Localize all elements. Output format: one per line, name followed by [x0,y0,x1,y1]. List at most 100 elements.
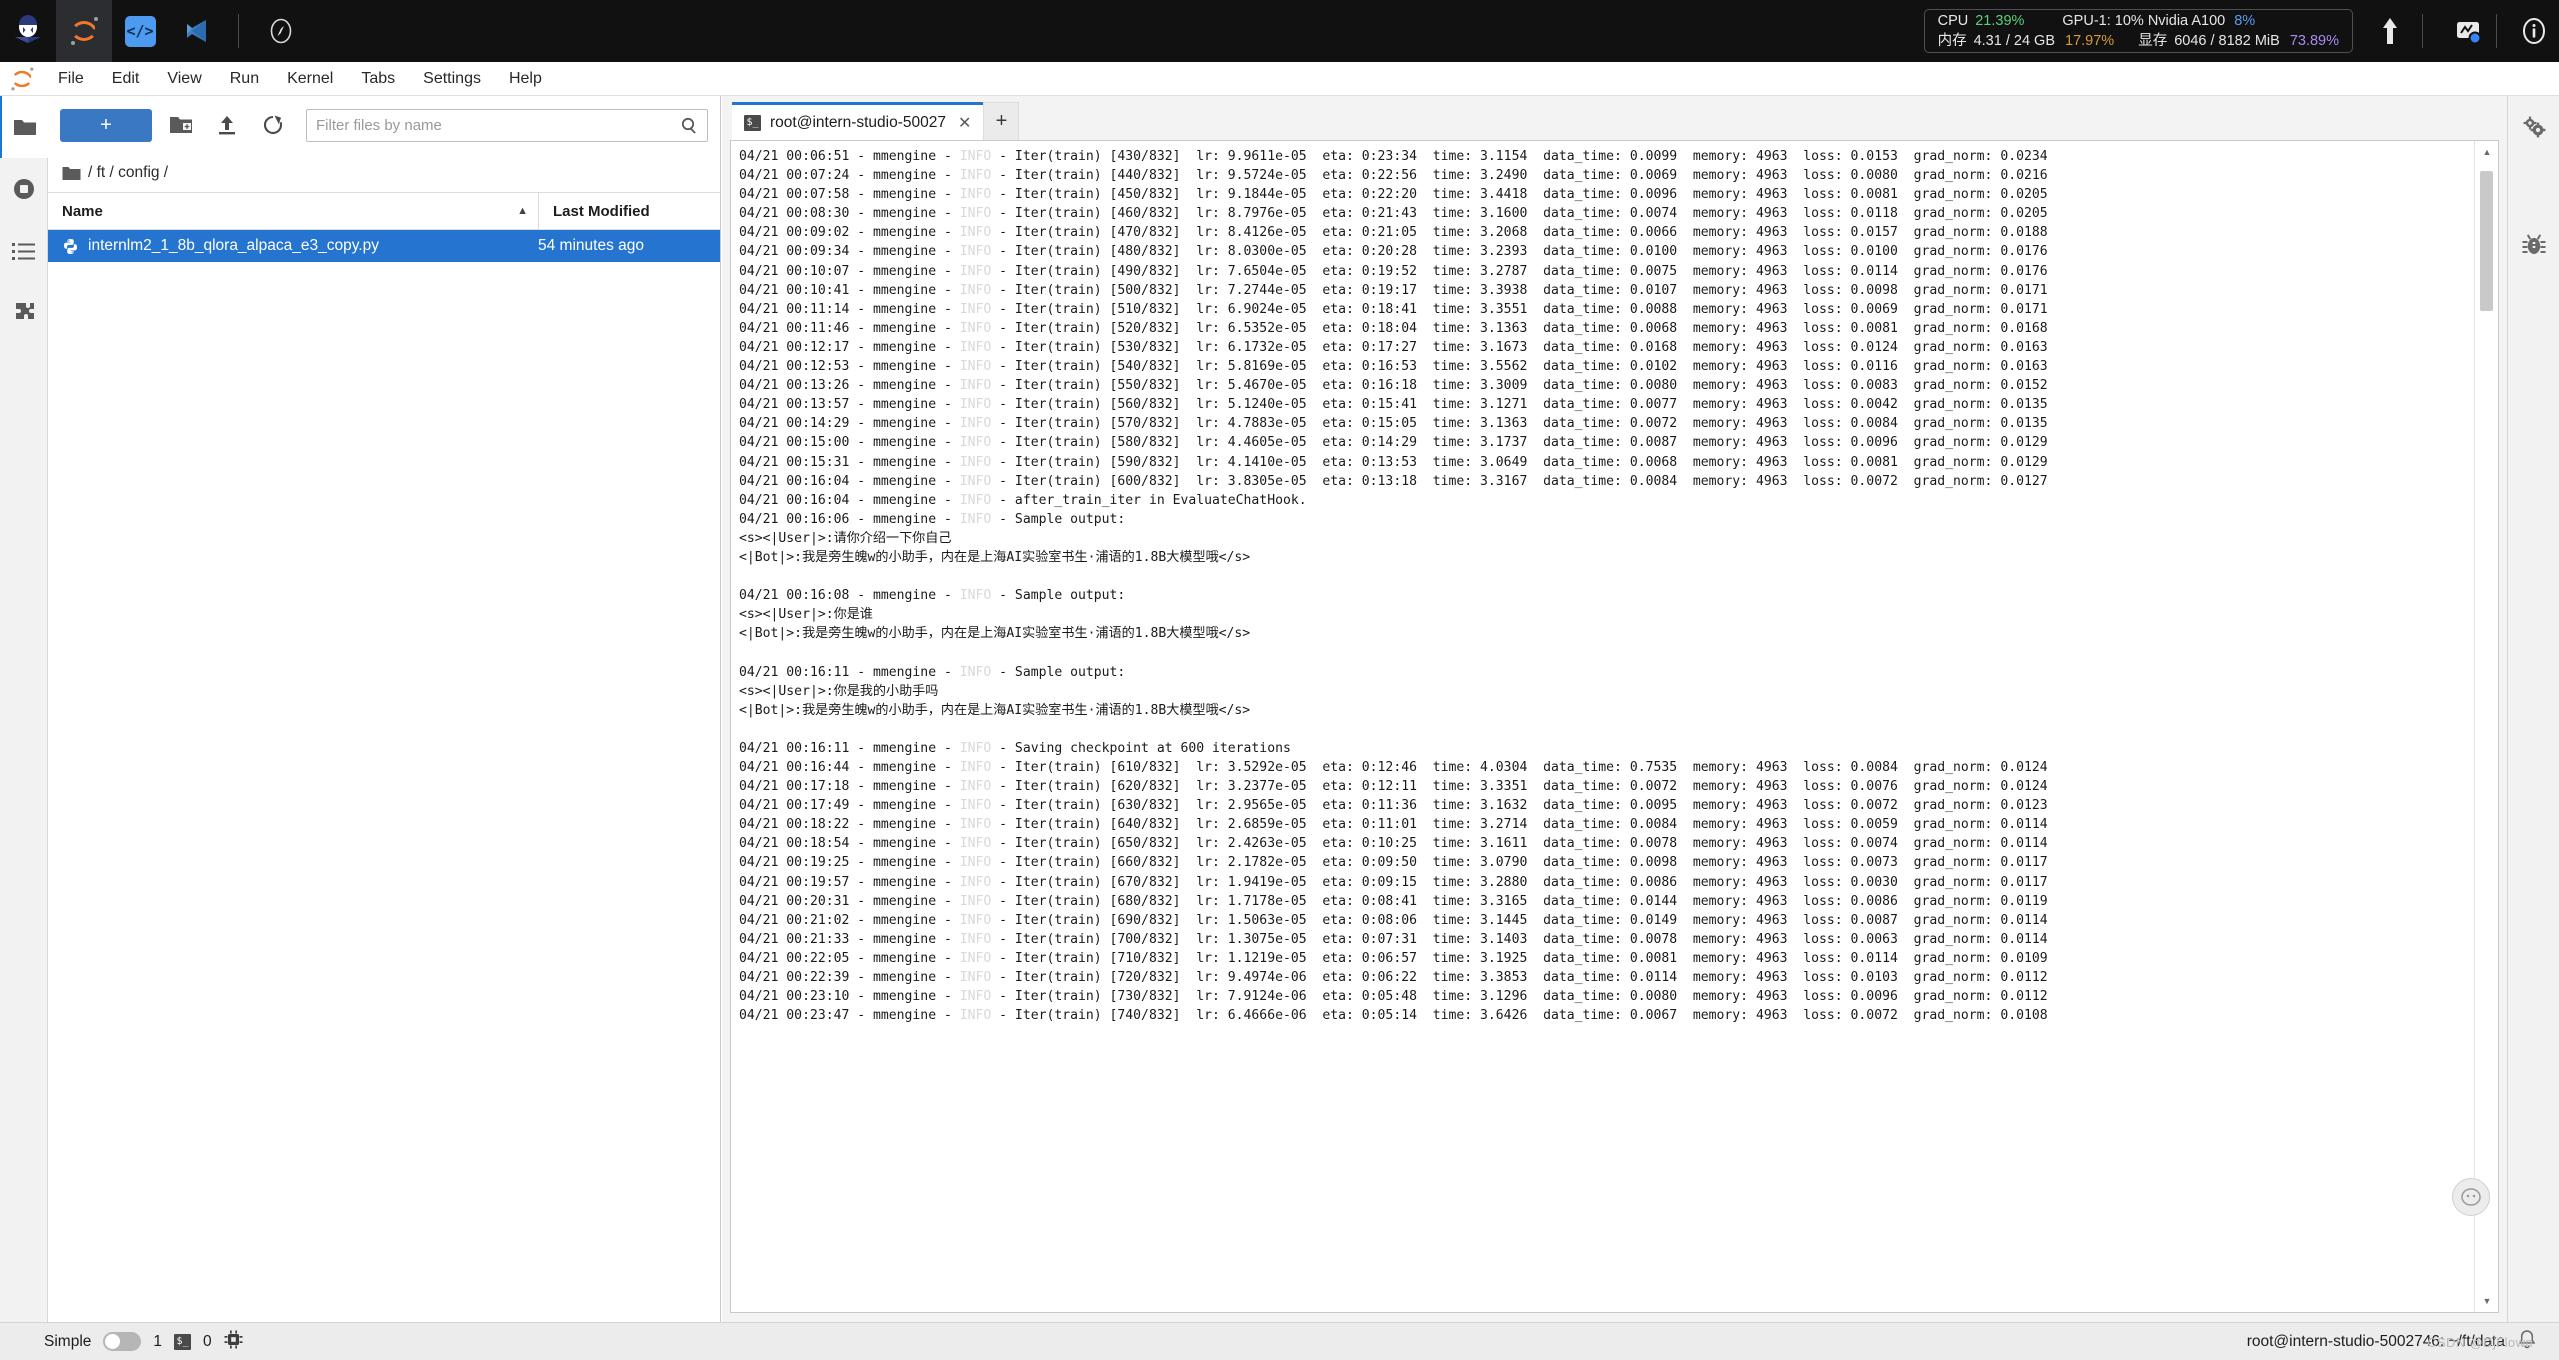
menu-file[interactable]: File [44,66,98,92]
sidebar-table-of-contents-icon[interactable] [0,220,48,282]
column-header-name[interactable]: Name ▲ [48,203,538,220]
left-sidebar-rail [0,96,48,1322]
jupyter-logo-icon[interactable] [56,0,112,62]
new-tab-button[interactable]: + [983,102,1020,140]
log-info-token: INFO [959,817,992,833]
simple-mode-toggle[interactable] [103,1332,142,1351]
log-info-token: INFO [959,301,992,317]
sidebar-file-browser-icon[interactable] [0,96,48,158]
new-folder-icon[interactable] [164,109,198,142]
menu-edit[interactable]: Edit [98,66,154,92]
log-info-token: INFO [959,511,992,527]
log-info-token: INFO [959,1008,992,1024]
terminal-scroll-area[interactable]: 04/21 00:06:51 - mmengine - INFO - Iter(… [731,141,2474,1312]
kernel-count: 1 [153,1332,163,1350]
log-info-token: INFO [959,416,992,432]
log-info-token: INFO [959,588,992,604]
main-dock-area: $_ root@intern-studio-50027 ✕ + 04/21 00… [722,96,2507,1322]
menu-tabs[interactable]: Tabs [347,66,409,92]
log-info-token: INFO [959,282,992,298]
gpu-label: GPU-1: 10% Nvidia A100 [2062,13,2226,29]
simple-mode-label: Simple [44,1332,92,1350]
assistant-fab-icon[interactable] [2452,1178,2490,1216]
log-info-token: INFO [959,492,992,508]
menu-bar: File Edit View Run Kernel Tabs Settings … [0,62,2559,96]
status-bar-right: root@intern-studio-5002746: ~/ft/data CS… [2247,1329,2559,1355]
status-bar-left: Simple 1 $_ 0 [0,1330,243,1354]
jupyter-mark [69,16,99,46]
code-server-icon[interactable]: </> [112,0,168,62]
menu-kernel[interactable]: Kernel [273,66,347,92]
mem-percent: 17.97% [2065,33,2115,49]
log-info-token: INFO [959,149,992,164]
resource-row-mem-vram: 内存 4.31 / 24 GB 17.97% 显存 6046 / 8182 Mi… [1938,29,2339,49]
file-browser-panel: + Filter files by name / ft / config / N… [48,96,721,1322]
tab-terminal[interactable]: $_ root@intern-studio-50027 ✕ [732,102,984,140]
menu-settings[interactable]: Settings [409,66,495,92]
compass-icon[interactable] [253,0,309,62]
log-info-token: INFO [959,168,992,184]
log-info-token: INFO [959,454,992,470]
log-info-token: INFO [959,950,992,966]
log-info-token: INFO [959,187,992,203]
menu-view[interactable]: View [153,66,215,92]
log-info-token: INFO [959,760,992,775]
scroll-up-icon[interactable]: ▲ [2475,141,2498,163]
refresh-icon[interactable] [256,109,290,142]
sidebar-running-kernels-icon[interactable] [0,158,48,220]
menu-help[interactable]: Help [495,66,556,92]
log-info-token: INFO [959,397,992,413]
filter-files-box[interactable] [306,108,708,142]
file-list-item[interactable]: internlm2_1_8b_qlora_alpaca_e3_copy.py 5… [48,230,720,262]
property-inspector-gear-icon[interactable] [2508,96,2559,158]
terminal-log-output: 04/21 00:06:51 - mmengine - INFO - Iter(… [739,149,2048,1024]
upload-arrow-icon[interactable] [2367,8,2413,54]
topbar-divider-3 [2496,14,2497,48]
search-icon [681,117,696,134]
terminal-scrollbar[interactable]: ▲ ▼ [2474,141,2498,1312]
toolbar-divider [238,14,239,48]
log-info-token: INFO [959,893,992,909]
log-info-token: INFO [959,225,992,241]
log-info-token: INFO [959,359,992,375]
vscode-icon[interactable] [168,0,224,62]
close-icon[interactable]: ✕ [958,113,971,133]
column-header-last-modified[interactable]: Last Modified [538,193,720,229]
toggle-knob [105,1334,121,1349]
filter-files-input[interactable] [316,116,681,134]
terminal-tab-bar: $_ root@intern-studio-50027 ✕ + [722,96,2507,140]
log-info-token: INFO [959,874,992,890]
cpu-chip-icon[interactable] [224,1330,243,1354]
log-info-token: INFO [959,798,992,814]
terminal-panel[interactable]: 04/21 00:06:51 - mmengine - INFO - Iter(… [730,140,2499,1313]
log-info-token: INFO [959,339,992,355]
monitor-chart-icon[interactable] [2445,8,2491,54]
terminal-icon[interactable]: $_ [174,1333,192,1350]
mem-value: 4.31 / 24 GB [1973,33,2056,49]
terminal-icon: $_ [744,114,761,131]
intern-studio-logo-icon[interactable] [0,0,56,62]
vram-value: 6046 / 8182 MiB [2174,33,2280,49]
breadcrumb[interactable]: / ft / config / [48,154,720,192]
resource-monitor: CPU 21.39% GPU-1: 10% Nvidia A100 8% 内存 … [1923,9,2353,53]
python-file-icon [64,238,77,254]
file-modified-cell: 54 minutes ago [538,237,644,254]
column-header-last-modified-label: Last Modified [553,202,650,220]
debugger-bug-icon[interactable] [2508,214,2559,276]
sidebar-extensions-icon[interactable] [0,282,48,344]
topbar-divider-2 [2422,14,2423,48]
new-launcher-button[interactable]: + [60,108,152,142]
cpu-label: CPU [1937,13,1969,29]
upload-files-icon[interactable] [210,109,244,142]
info-icon[interactable] [2511,8,2557,54]
menu-run[interactable]: Run [216,66,273,92]
file-list-header: Name ▲ Last Modified [48,192,720,230]
log-info-token: INFO [959,435,992,451]
log-info-token: INFO [959,473,992,489]
log-info-token: INFO [959,931,992,947]
bell-icon[interactable] [2517,1329,2537,1355]
vram-percent: 73.89% [2289,33,2339,49]
scrollbar-thumb[interactable] [2480,171,2493,311]
cpu-value: 21.39% [1975,13,2025,29]
scroll-down-icon[interactable]: ▼ [2475,1290,2498,1312]
